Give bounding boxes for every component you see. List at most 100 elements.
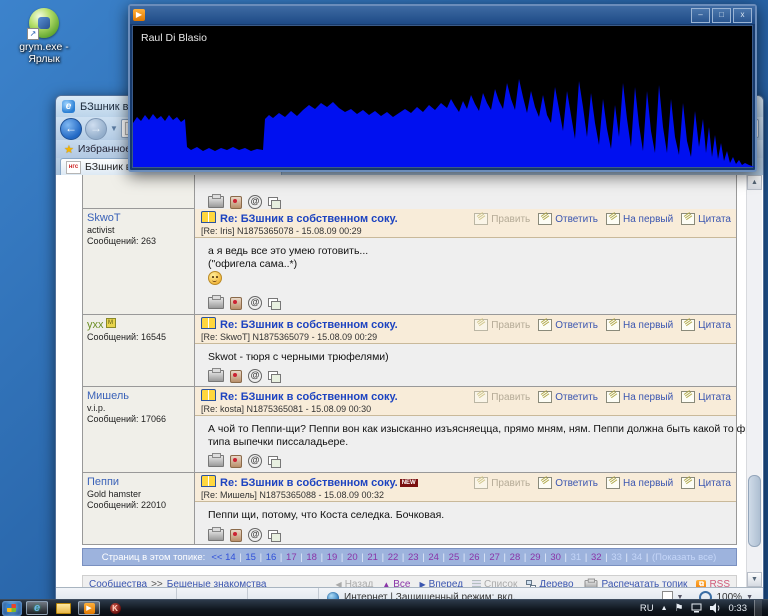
language-indicator[interactable]: RU	[640, 603, 654, 614]
page-link[interactable]: 31	[571, 552, 582, 563]
show-desktop-button[interactable]	[754, 600, 762, 616]
scrollbar-thumb[interactable]	[748, 475, 761, 547]
email-icon[interactable]: @	[248, 454, 262, 468]
back-button[interactable]: ←	[60, 118, 82, 140]
page-link[interactable]: 18	[306, 552, 317, 563]
email-icon[interactable]: @	[248, 369, 262, 383]
reply-button[interactable]: Ответить	[538, 319, 598, 331]
breadcrumb-community[interactable]: Сообщества	[89, 579, 147, 587]
post-body: а я ведь все это умею готовить... ("офиг…	[195, 238, 736, 314]
page-link[interactable]: 24	[428, 552, 439, 563]
page-link[interactable]: 20	[347, 552, 358, 563]
page-link[interactable]: 21	[367, 552, 378, 563]
shortcut-app-icon[interactable]: ↗	[29, 8, 59, 38]
action-center-flag-icon[interactable]: ⚑	[675, 603, 684, 614]
tree-icon	[526, 580, 536, 587]
page-link[interactable]: 33	[611, 552, 622, 563]
tray-expand-icon[interactable]: ▲	[661, 605, 668, 612]
history-dropdown-icon[interactable]: ▼	[110, 124, 118, 133]
reply-first-button[interactable]: На первый	[606, 213, 673, 225]
quote-button[interactable]: Цитата	[681, 477, 731, 489]
print-icon[interactable]	[208, 529, 224, 541]
print-icon[interactable]	[208, 196, 224, 208]
reply-first-button[interactable]: На первый	[606, 319, 673, 331]
copy-icon[interactable]	[268, 197, 280, 208]
pagination-links: << 14 | 15 | 16 | 17 | 18 | 19 | 20 | 21…	[210, 552, 717, 563]
quote-button[interactable]: Цитата	[681, 391, 731, 403]
reply-button[interactable]: Ответить	[538, 213, 598, 225]
vertical-scrollbar[interactable]: ▲ ▼	[746, 175, 762, 587]
user-link[interactable]: Мишель	[87, 390, 129, 402]
user-link[interactable]: Пеппи	[87, 476, 119, 488]
page-link[interactable]: 28	[510, 552, 521, 563]
taskbar-player-button[interactable]: ▶	[78, 601, 100, 615]
post-subject[interactable]: Re: БЗшник в собственном соку.	[220, 319, 398, 331]
tree-view-button[interactable]: Дерево	[526, 579, 573, 587]
taskbar-ie-button[interactable]: e	[26, 601, 48, 615]
notify-moderator-icon[interactable]	[230, 297, 242, 310]
copy-icon[interactable]	[268, 298, 280, 309]
quote-icon	[681, 213, 695, 225]
email-icon[interactable]: @	[248, 195, 262, 209]
scroll-up-button[interactable]: ▲	[747, 175, 762, 190]
page-link[interactable]: 22	[388, 552, 399, 563]
copy-icon[interactable]	[268, 530, 280, 541]
page-separator: |	[257, 552, 265, 563]
volume-icon[interactable]	[710, 603, 722, 613]
email-icon[interactable]: @	[248, 296, 262, 310]
notify-moderator-icon[interactable]	[230, 196, 242, 209]
copy-icon[interactable]	[268, 371, 280, 382]
page-link[interactable]: 17	[286, 552, 297, 563]
page-link[interactable]: 30	[550, 552, 561, 563]
taskbar-app-button[interactable]: K	[104, 601, 126, 615]
quote-button[interactable]: Цитата	[681, 319, 731, 331]
forward-topic-button[interactable]: ▶Вперед	[420, 579, 464, 587]
user-link[interactable]: SkwoT	[87, 212, 121, 224]
copy-icon[interactable]	[268, 456, 280, 467]
page-link[interactable]: 27	[489, 552, 500, 563]
shortcut-app-icon-core	[38, 17, 50, 29]
page-link[interactable]: 19	[327, 552, 338, 563]
page-link[interactable]: 26	[469, 552, 480, 563]
post-subject[interactable]: Re: БЗшник в собственном соку.	[220, 477, 398, 489]
print-icon[interactable]	[208, 297, 224, 309]
breadcrumb-topic-group[interactable]: Бешеные знакомства	[167, 579, 267, 587]
reply-button[interactable]: Ответить	[538, 391, 598, 403]
post-subject[interactable]: Re: БЗшник в собственном соку.	[220, 391, 398, 403]
reply-first-button[interactable]: На первый	[606, 477, 673, 489]
email-icon[interactable]: @	[248, 528, 262, 542]
ie-icon: e	[34, 602, 40, 614]
post-subject[interactable]: Re: БЗшник в собственном соку.	[220, 213, 398, 225]
page-link[interactable]: 15	[245, 552, 256, 563]
page-link[interactable]: 23	[408, 552, 419, 563]
page-link[interactable]: << 14	[211, 552, 235, 563]
reply-first-button[interactable]: На первый	[606, 391, 673, 403]
clock[interactable]: 0:33	[729, 603, 748, 614]
all-posts-button[interactable]: ▲Все	[382, 579, 410, 587]
forward-button[interactable]: →	[85, 118, 107, 140]
network-icon[interactable]	[691, 603, 703, 613]
page-link[interactable]: 29	[530, 552, 541, 563]
rss-button[interactable]: ⧉RSS	[696, 579, 730, 587]
print-icon[interactable]	[208, 455, 224, 467]
notify-moderator-icon[interactable]	[230, 529, 242, 542]
page-link[interactable]: 16	[266, 552, 277, 563]
page-link[interactable]: 25	[449, 552, 460, 563]
desktop-shortcut[interactable]: ↗ grym.exe - Ярлык	[8, 8, 80, 65]
print-topic-button[interactable]: Распечатать топик	[583, 579, 688, 588]
favorites-button[interactable]: Избранное	[78, 143, 131, 155]
player-display: Raul Di Blasio	[132, 25, 753, 168]
page-link[interactable]: (Показать все)	[652, 552, 716, 563]
user-link[interactable]: ухх	[87, 319, 104, 331]
page-separator: |	[338, 552, 346, 563]
reply-button[interactable]: Ответить	[538, 477, 598, 489]
notify-moderator-icon[interactable]	[230, 455, 242, 468]
page-link[interactable]: 34	[632, 552, 643, 563]
notify-moderator-icon[interactable]	[230, 370, 242, 383]
taskbar-explorer-button[interactable]	[52, 601, 74, 615]
quote-button[interactable]: Цитата	[681, 213, 731, 225]
page-link[interactable]: 32	[591, 552, 602, 563]
print-icon[interactable]	[208, 370, 224, 382]
scroll-down-button[interactable]: ▼	[747, 572, 762, 587]
start-button[interactable]	[2, 601, 22, 616]
